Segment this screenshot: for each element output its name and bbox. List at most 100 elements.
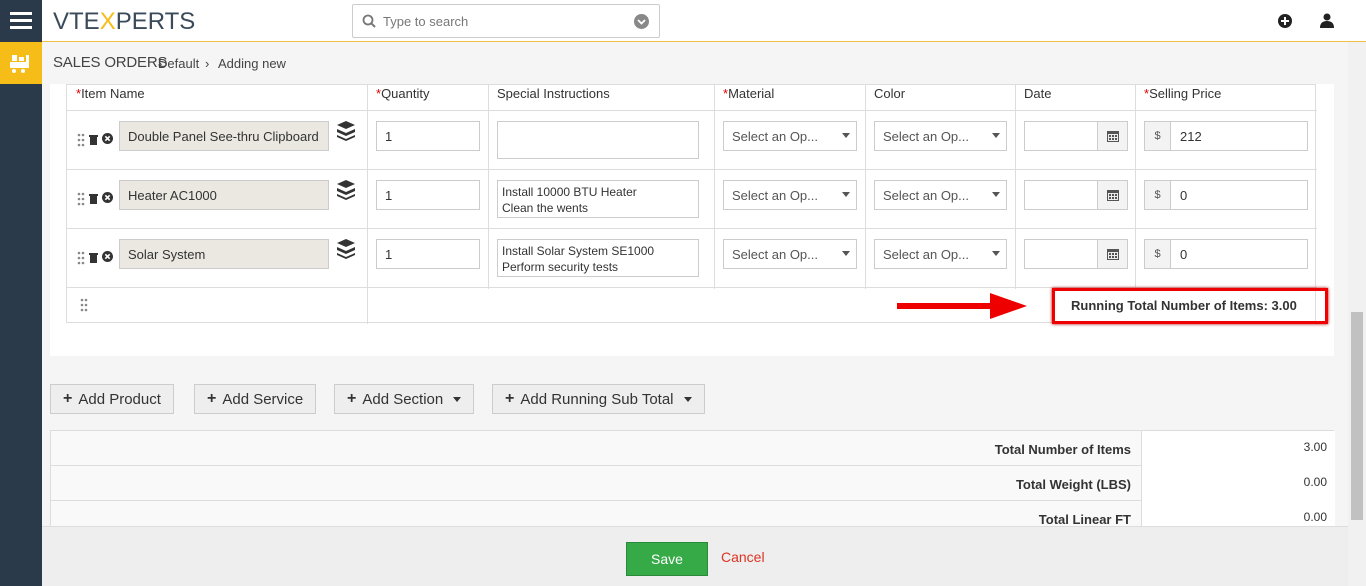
- trash-icon[interactable]: [89, 193, 98, 204]
- totals-row: Total Linear FT 0.00: [51, 501, 1335, 526]
- remove-circle-icon[interactable]: [102, 251, 113, 262]
- add-running-sub-total-button[interactable]: + Add Running Sub Total: [492, 384, 705, 414]
- product-box-icon[interactable]: [335, 179, 357, 201]
- header-material: *Material: [723, 86, 775, 101]
- total-value: 0.00: [1303, 510, 1327, 524]
- calendar-icon[interactable]: [1097, 240, 1127, 268]
- breadcrumb-item-default[interactable]: Default: [158, 56, 199, 71]
- quick-create-plus-icon[interactable]: [1278, 14, 1292, 31]
- currency-symbol: $: [1145, 122, 1171, 150]
- calendar-icon[interactable]: [1097, 122, 1127, 150]
- header-item-name: *Item Name: [76, 86, 145, 101]
- drag-handle-icon[interactable]: [77, 251, 85, 265]
- color-select[interactable]: Select an Op...: [874, 239, 1007, 269]
- chevron-down-icon: [992, 133, 1000, 138]
- global-search[interactable]: Type to search: [352, 4, 660, 38]
- table-row: Heater AC1000 1 Install 10000 BTU Heater…: [67, 170, 1317, 229]
- form-footer: Save Cancel: [42, 526, 1348, 586]
- special-instructions-textarea[interactable]: [497, 121, 699, 159]
- calendar-icon[interactable]: [1097, 181, 1127, 209]
- hamburger-menu-icon[interactable]: [0, 0, 42, 42]
- total-label: Total Linear FT: [1038, 512, 1131, 526]
- remove-circle-icon[interactable]: [102, 192, 113, 203]
- main-content: *Item Name *Quantity Special Instruction…: [42, 84, 1348, 526]
- date-input[interactable]: [1024, 239, 1128, 269]
- color-select[interactable]: Select an Op...: [874, 180, 1007, 210]
- app-logo[interactable]: VTEXPERTS: [53, 8, 195, 36]
- header-date: Date: [1024, 86, 1052, 101]
- search-placeholder: Type to search: [383, 14, 469, 29]
- totals-table: Total Number of Items 3.00 Total Weight (…: [50, 430, 1335, 526]
- material-select[interactable]: Select an Op...: [723, 239, 857, 269]
- annotation-arrow-icon: [897, 293, 1027, 319]
- top-bar: VTEXPERTS Type to search: [42, 0, 1366, 42]
- add-section-button[interactable]: + Add Section: [334, 384, 475, 414]
- total-value: 0.00: [1303, 475, 1327, 489]
- currency-symbol: $: [1145, 240, 1171, 268]
- date-input[interactable]: [1024, 121, 1128, 151]
- add-service-button[interactable]: + Add Service: [194, 384, 317, 414]
- breadcrumb-item-adding-new: Adding new: [218, 56, 286, 71]
- header-color: Color: [874, 86, 906, 101]
- material-select[interactable]: Select an Op...: [723, 180, 857, 210]
- user-profile-icon[interactable]: [1320, 13, 1334, 31]
- special-instructions-textarea[interactable]: Install Solar System SE1000 Perform secu…: [497, 239, 699, 277]
- table-row: Solar System 1 Install Solar System SE10…: [67, 229, 1317, 288]
- breadcrumb: SALES ORDERS › Default › Adding new: [42, 42, 1366, 84]
- totals-row: Total Number of Items 3.00: [51, 431, 1335, 466]
- header-quantity: *Quantity: [376, 86, 430, 101]
- cancel-link[interactable]: Cancel: [721, 549, 765, 565]
- scrollbar-thumb[interactable]: [1351, 312, 1363, 520]
- drag-handle-icon[interactable]: [77, 192, 85, 206]
- material-select[interactable]: Select an Op...: [723, 121, 857, 151]
- sales-order-module-icon[interactable]: [0, 42, 42, 84]
- save-button[interactable]: Save: [626, 542, 708, 576]
- caret-down-icon: [453, 396, 462, 402]
- color-select[interactable]: Select an Op...: [874, 121, 1007, 151]
- chevron-down-icon: [992, 251, 1000, 256]
- product-box-icon[interactable]: [335, 120, 357, 142]
- quantity-input[interactable]: 1: [376, 239, 480, 269]
- add-product-button[interactable]: + Add Product: [50, 384, 174, 414]
- table-row: Double Panel See-thru Clipboard 1 Select…: [67, 111, 1317, 170]
- left-sidebar: [0, 0, 42, 586]
- drag-handle-icon[interactable]: [80, 298, 88, 312]
- trash-icon[interactable]: [89, 252, 98, 263]
- item-name-input[interactable]: Solar System: [119, 239, 329, 269]
- item-name-input[interactable]: Double Panel See-thru Clipboard: [119, 121, 329, 151]
- highlight-box: [1052, 288, 1328, 324]
- header-special-instructions: Special Instructions: [497, 86, 610, 101]
- plus-icon: +: [63, 390, 73, 407]
- caret-down-icon: [683, 396, 692, 402]
- remove-circle-icon[interactable]: [102, 133, 113, 144]
- product-box-icon[interactable]: [335, 238, 357, 260]
- totals-row: Total Weight (LBS) 0.00: [51, 466, 1335, 501]
- breadcrumb-module[interactable]: SALES ORDERS: [53, 54, 168, 71]
- currency-symbol: $: [1145, 181, 1171, 209]
- table-header: *Item Name *Quantity Special Instruction…: [67, 85, 1317, 111]
- total-value: 3.00: [1303, 440, 1327, 454]
- date-input[interactable]: [1024, 180, 1128, 210]
- search-icon: [362, 14, 376, 31]
- plus-icon: +: [207, 390, 217, 407]
- search-dropdown-icon[interactable]: [634, 14, 649, 29]
- plus-icon: +: [347, 390, 357, 407]
- total-label: Total Number of Items: [994, 442, 1131, 457]
- header-selling-price: *Selling Price: [1144, 86, 1222, 101]
- drag-handle-icon[interactable]: [77, 133, 85, 147]
- trash-icon[interactable]: [89, 134, 98, 145]
- quantity-input[interactable]: 1: [376, 180, 480, 210]
- chevron-down-icon: [842, 192, 850, 197]
- total-label: Total Weight (LBS): [1015, 477, 1131, 492]
- chevron-right-icon: ›: [205, 56, 210, 71]
- chevron-down-icon: [842, 251, 850, 256]
- selling-price-input[interactable]: $0: [1144, 239, 1308, 269]
- quantity-input[interactable]: 1: [376, 121, 480, 151]
- selling-price-input[interactable]: $212: [1144, 121, 1308, 151]
- chevron-down-icon: [842, 133, 850, 138]
- selling-price-input[interactable]: $0: [1144, 180, 1308, 210]
- line-items-panel: *Item Name *Quantity Special Instruction…: [50, 84, 1334, 356]
- special-instructions-textarea[interactable]: Install 10000 BTU Heater Clean the wents: [497, 180, 699, 218]
- plus-icon: +: [505, 390, 515, 407]
- item-name-input[interactable]: Heater AC1000: [119, 180, 329, 210]
